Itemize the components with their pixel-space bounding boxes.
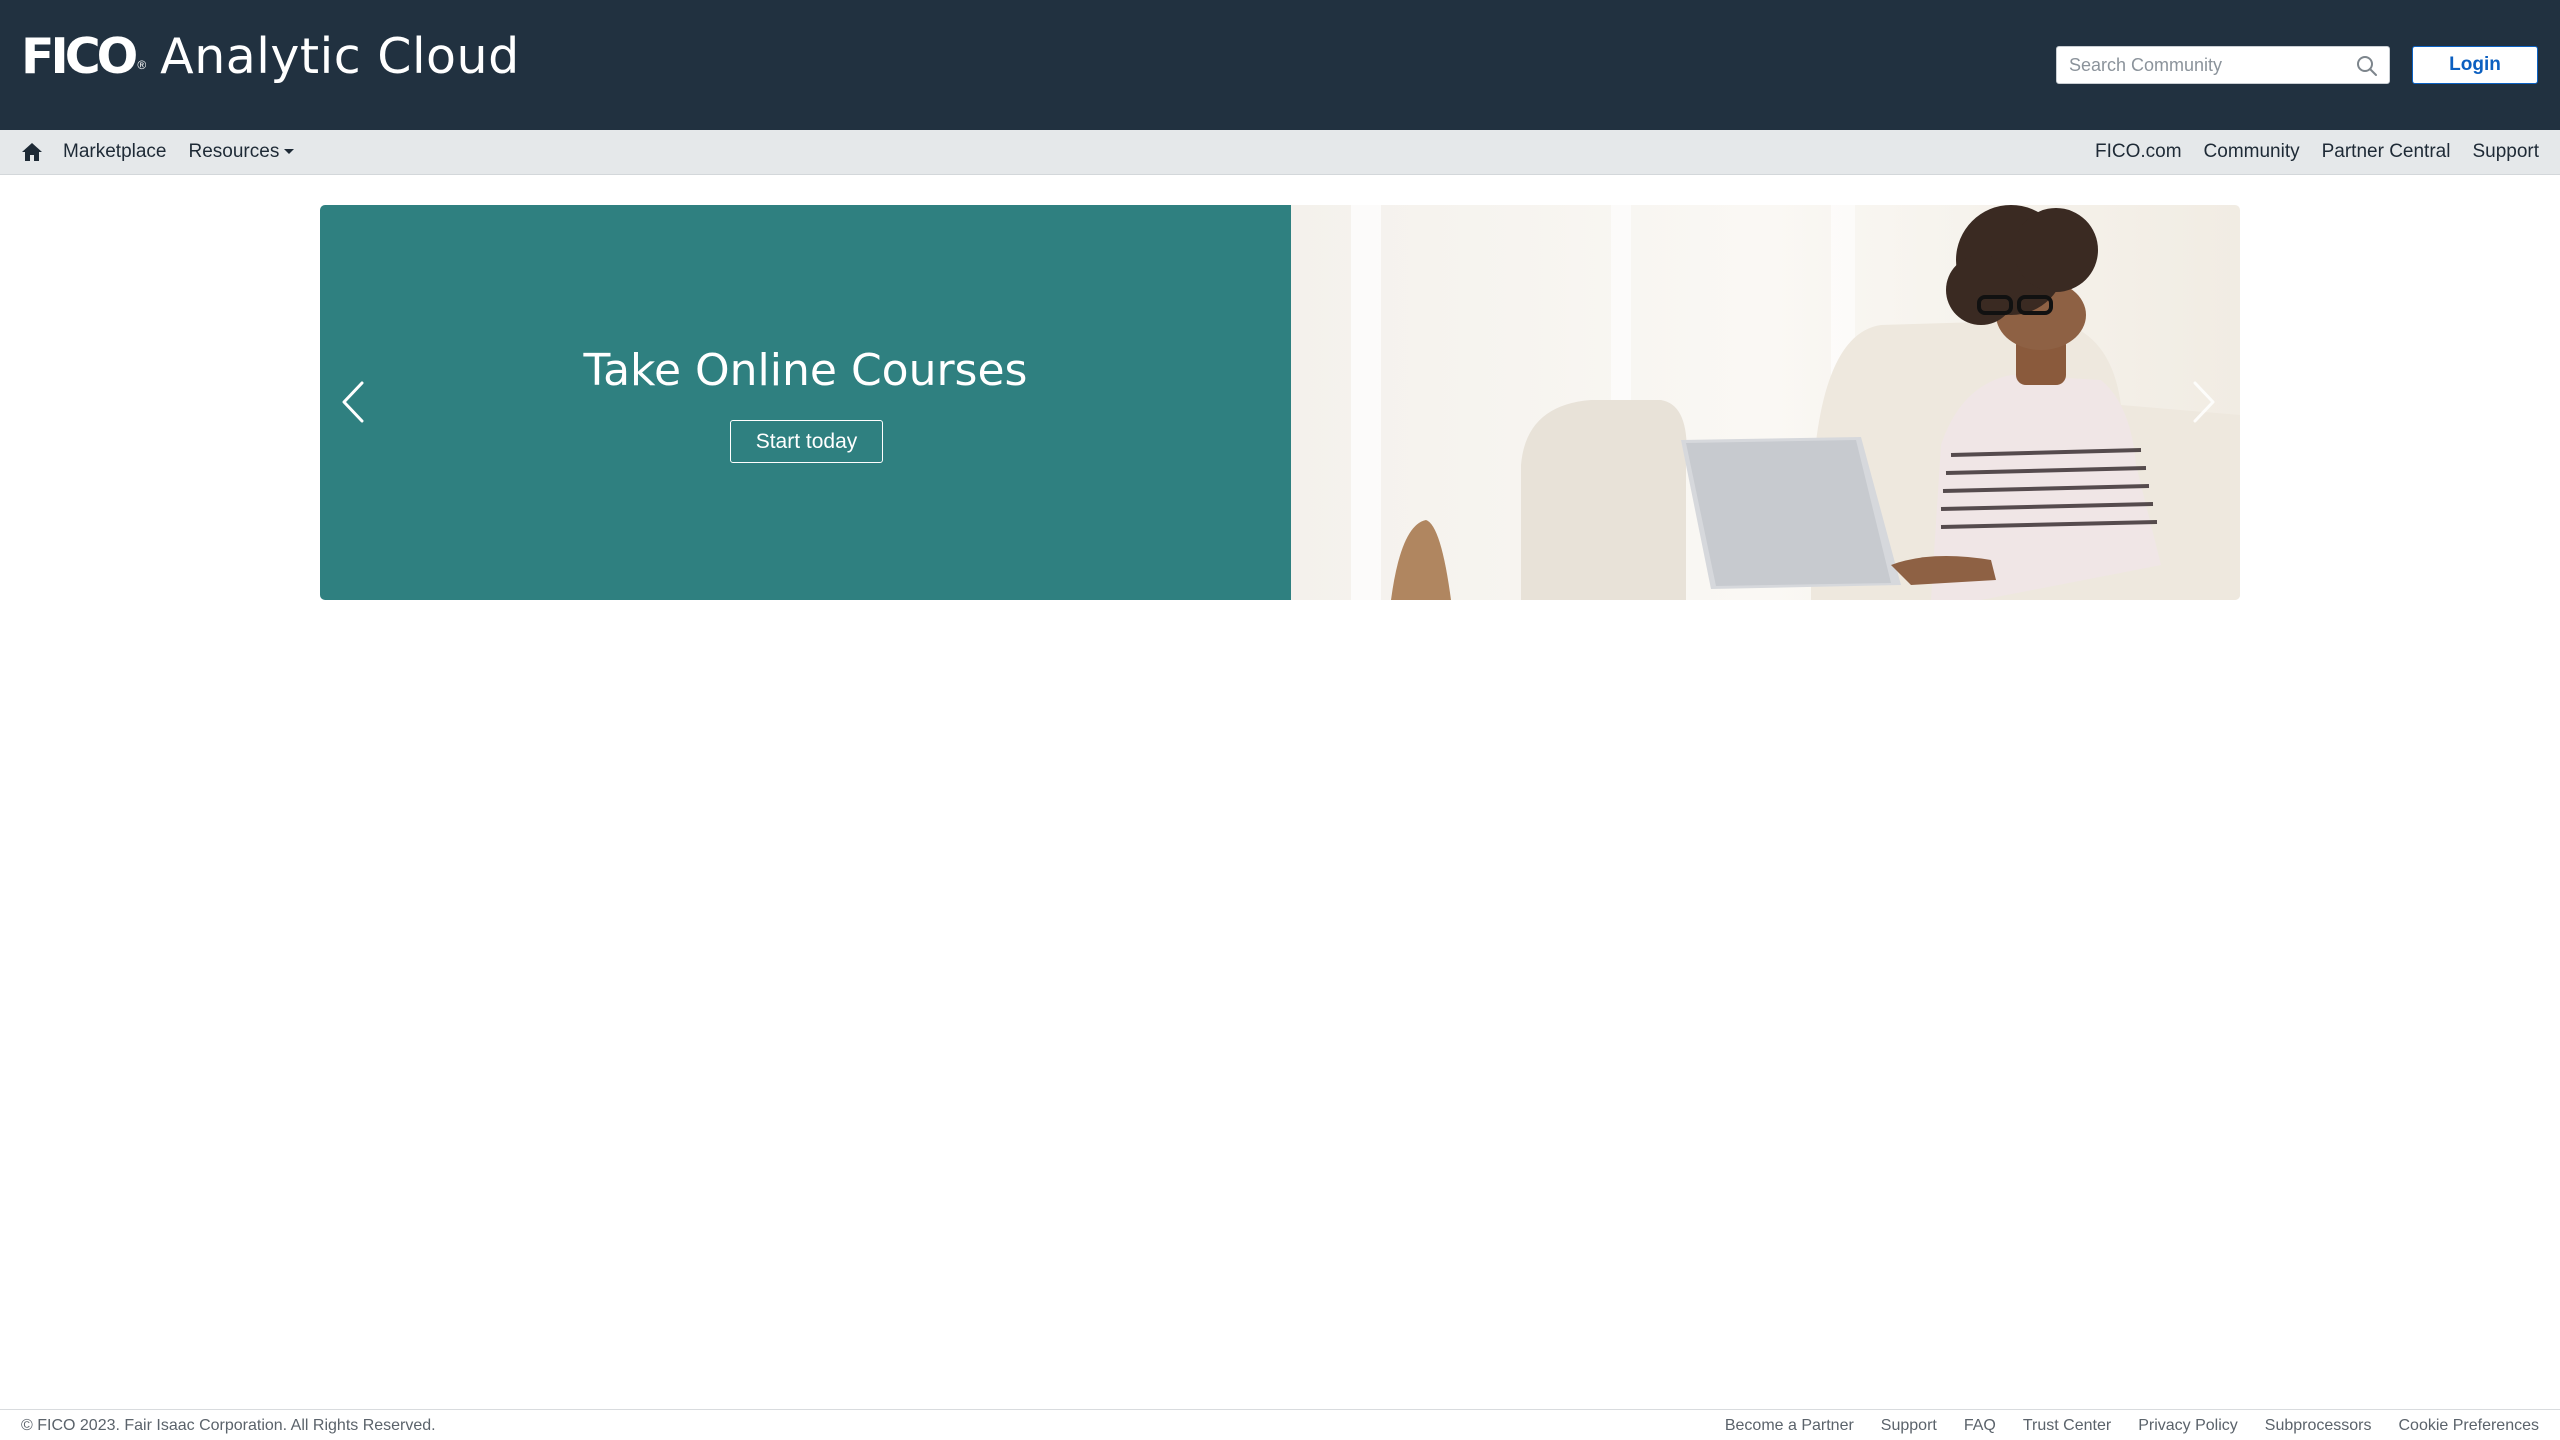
nav-item-community[interactable]: Community [2204,141,2300,163]
footer-link-subprocessors[interactable]: Subprocessors [2265,1417,2372,1435]
chevron-left-icon[interactable] [338,377,368,427]
login-button[interactable]: Login [2412,46,2538,84]
home-icon[interactable] [21,142,43,162]
fico-wordmark: FICO [21,28,138,85]
footer-link-cookie-preferences[interactable]: Cookie Preferences [2398,1417,2539,1435]
search-input[interactable] [2057,47,2347,83]
brand-logo[interactable]: FICO ® Analytic Cloud [21,28,520,85]
chevron-right-icon[interactable] [2189,377,2219,427]
footer-link-trust-center[interactable]: Trust Center [2023,1417,2111,1435]
slide-title: Take Online Courses [583,345,1028,396]
start-today-button[interactable]: Start today [730,420,883,463]
footer-link-support[interactable]: Support [1881,1417,1937,1435]
footer-link-faq[interactable]: FAQ [1964,1417,1996,1435]
slide-text-panel: Take Online Courses Start today [320,205,1291,600]
slide-photo [1291,205,2240,600]
registered-mark: ® [137,58,147,72]
footer-link-become-partner[interactable]: Become a Partner [1725,1417,1854,1435]
nav-item-marketplace[interactable]: Marketplace [63,141,167,163]
search-icon[interactable] [2355,54,2379,78]
nav-item-resources[interactable]: Resources [189,141,295,163]
top-header: FICO ® Analytic Cloud Login [0,0,2560,130]
nav-item-support[interactable]: Support [2472,141,2539,163]
nav-left-group: Marketplace Resources [21,130,316,174]
search-box [2056,46,2390,84]
hero-carousel: Take Online Courses Start today [320,205,2240,600]
nav-right-group: FICO.com Community Partner Central Suppo… [2073,130,2539,174]
nav-item-resources-label: Resources [188,141,280,162]
caret-down-icon [284,149,295,155]
copyright-text: © FICO 2023. Fair Isaac Corporation. All… [21,1417,436,1434]
nav-item-fico-com[interactable]: FICO.com [2095,141,2182,163]
page-footer: © FICO 2023. Fair Isaac Corporation. All… [0,1409,2560,1440]
footer-link-privacy-policy[interactable]: Privacy Policy [2138,1417,2238,1435]
product-name: Analytic Cloud [160,28,520,85]
footer-links: Become a Partner Support FAQ Trust Cente… [1698,1417,2539,1435]
nav-item-partner-central[interactable]: Partner Central [2322,141,2451,163]
main-nav: Marketplace Resources FICO.com Community… [0,130,2560,175]
